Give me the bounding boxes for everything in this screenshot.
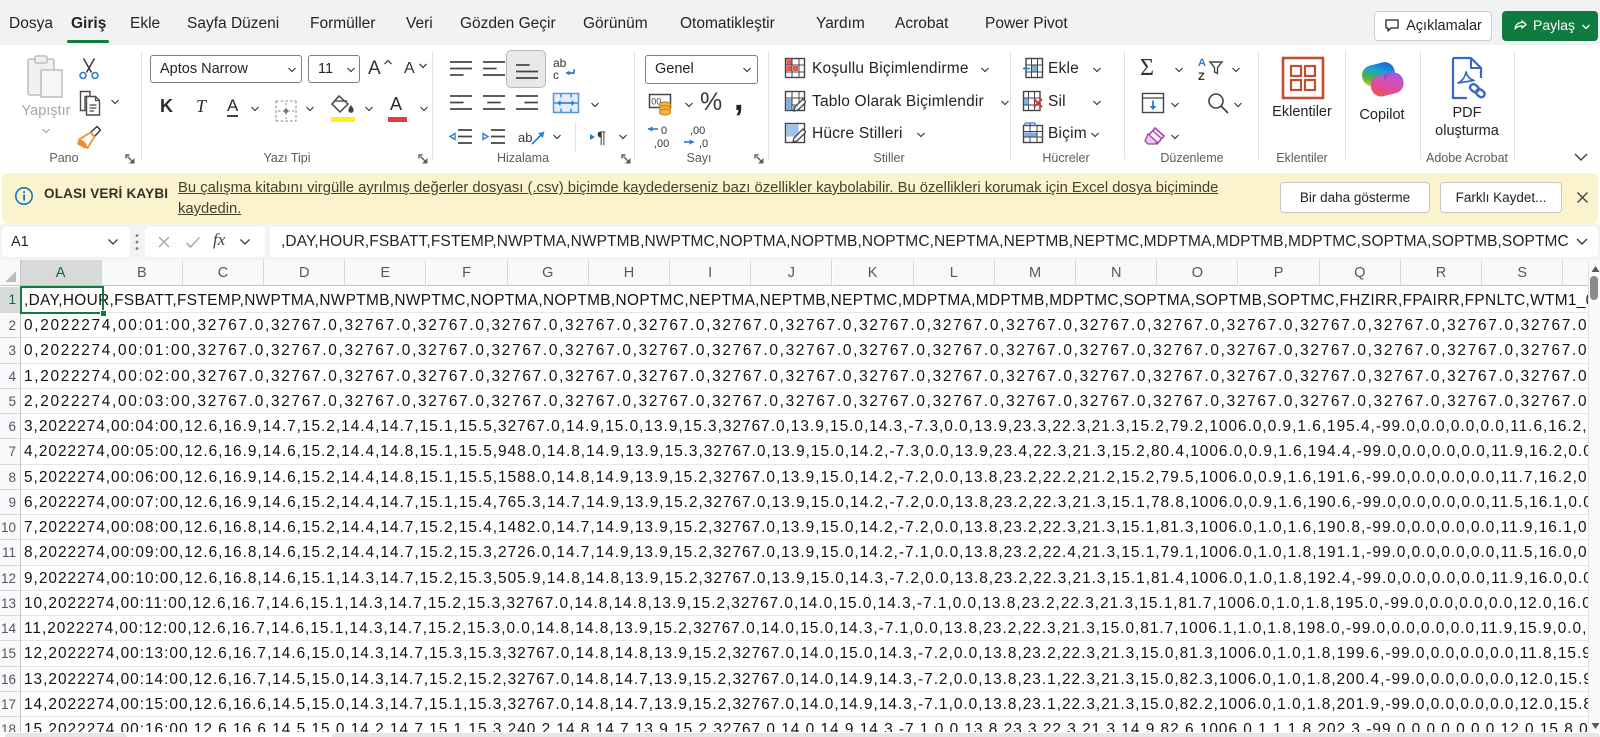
svg-text:ab: ab xyxy=(518,130,532,145)
svg-text:,00: ,00 xyxy=(690,125,705,137)
svg-text:¶: ¶ xyxy=(597,128,606,147)
svg-text:A: A xyxy=(1198,57,1206,69)
svg-text:0: 0 xyxy=(661,125,667,137)
svg-text:,0: ,0 xyxy=(699,138,708,150)
svg-text:c: c xyxy=(553,68,559,82)
svg-text:,00: ,00 xyxy=(654,138,669,150)
svg-text:Z: Z xyxy=(1198,71,1205,82)
